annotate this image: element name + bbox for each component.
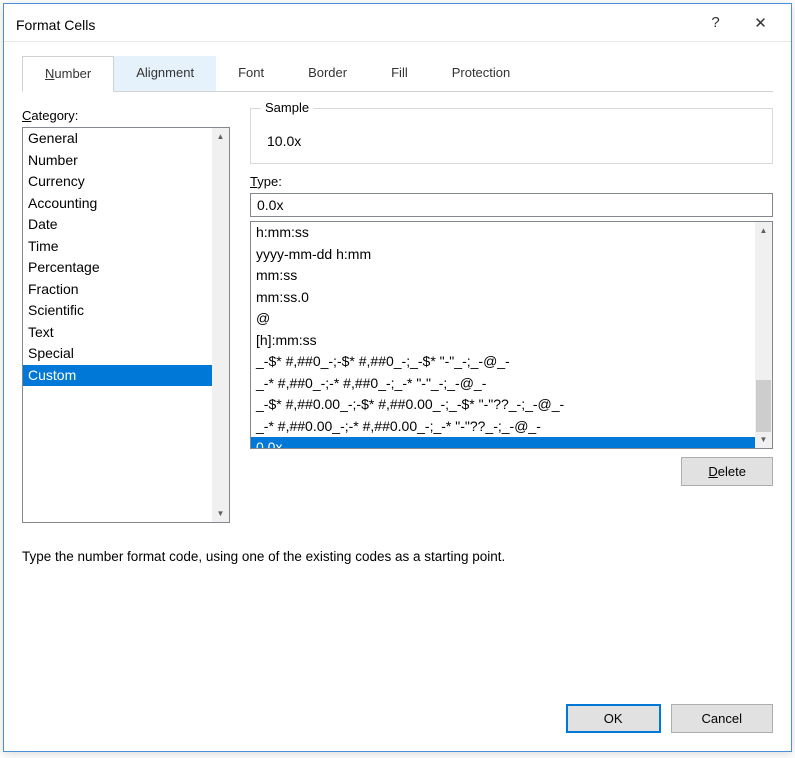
- dialog-title: Format Cells: [16, 13, 693, 33]
- tab-protection[interactable]: Protection: [430, 56, 533, 91]
- delete-button[interactable]: Delete: [681, 457, 773, 486]
- dialog-footer: OK Cancel: [4, 690, 791, 751]
- category-item[interactable]: Special: [23, 343, 212, 365]
- formats-listbox[interactable]: h:mm:ssyyyy-mm-dd h:mmmm:ssmm:ss.0@[h]:m…: [250, 221, 773, 449]
- hint-text: Type the number format code, using one o…: [22, 549, 773, 564]
- category-item[interactable]: Time: [23, 236, 212, 258]
- formats-listbox-inner: h:mm:ssyyyy-mm-dd h:mmmm:ssmm:ss.0@[h]:m…: [251, 222, 755, 448]
- category-item[interactable]: Fraction: [23, 279, 212, 301]
- delete-row: Delete: [250, 457, 773, 486]
- tab-font[interactable]: Font: [216, 56, 286, 91]
- category-accesskey: C: [22, 108, 31, 123]
- format-item[interactable]: @: [251, 308, 755, 330]
- scroll-down-icon[interactable]: ▼: [755, 431, 772, 448]
- scroll-up-icon[interactable]: ▲: [755, 222, 772, 239]
- content-row: Category: GeneralNumberCurrencyAccountin…: [22, 108, 773, 523]
- format-item[interactable]: h:mm:ss: [251, 222, 755, 244]
- tab-alignment[interactable]: Alignment: [114, 56, 216, 91]
- category-listbox-inner: GeneralNumberCurrencyAccountingDateTimeP…: [23, 128, 212, 522]
- tab-label: umber: [54, 66, 91, 81]
- type-input[interactable]: [250, 193, 773, 217]
- format-item[interactable]: 0.0x: [251, 437, 755, 448]
- titlebar: Format Cells ? ✕: [4, 4, 791, 42]
- cancel-button[interactable]: Cancel: [671, 704, 773, 733]
- scroll-down-icon[interactable]: ▼: [212, 505, 229, 522]
- help-button[interactable]: ?: [693, 8, 738, 38]
- category-label: Category:: [22, 108, 230, 123]
- format-item[interactable]: mm:ss.0: [251, 287, 755, 309]
- category-item[interactable]: Accounting: [23, 193, 212, 215]
- sample-group: Sample 10.0x: [250, 108, 773, 164]
- category-item[interactable]: Currency: [23, 171, 212, 193]
- format-item[interactable]: _-$* #,##0.00_-;-$* #,##0.00_-;_-$* "-"?…: [251, 394, 755, 416]
- tab-number[interactable]: Number: [22, 56, 114, 92]
- category-item[interactable]: General: [23, 128, 212, 150]
- category-item[interactable]: Text: [23, 322, 212, 344]
- format-item[interactable]: _-* #,##0.00_-;-* #,##0.00_-;_-* "-"??_-…: [251, 416, 755, 438]
- category-item[interactable]: Date: [23, 214, 212, 236]
- category-item[interactable]: Number: [23, 150, 212, 172]
- category-column: Category: GeneralNumberCurrencyAccountin…: [22, 108, 230, 523]
- format-item[interactable]: _-$* #,##0_-;-$* #,##0_-;_-$* "-"_-;_-@_…: [251, 351, 755, 373]
- tab-accesskey: N: [45, 66, 54, 81]
- tab-border[interactable]: Border: [286, 56, 369, 91]
- format-item[interactable]: _-* #,##0_-;-* #,##0_-;_-* "-"_-;_-@_-: [251, 373, 755, 395]
- format-detail-column: Sample 10.0x Type: h:mm:ssyyyy-mm-dd h:m…: [250, 108, 773, 523]
- category-item[interactable]: Scientific: [23, 300, 212, 322]
- format-cells-dialog: Format Cells ? ✕ Number Alignment Font B…: [3, 3, 792, 752]
- ok-button[interactable]: OK: [566, 704, 661, 733]
- delete-accesskey: D: [708, 464, 717, 479]
- tab-fill[interactable]: Fill: [369, 56, 430, 91]
- sample-label: Sample: [261, 100, 313, 115]
- scroll-up-icon[interactable]: ▲: [212, 128, 229, 145]
- close-button[interactable]: ✕: [738, 8, 783, 38]
- dialog-body: Category: GeneralNumberCurrencyAccountin…: [4, 92, 791, 690]
- type-label: Type:: [250, 174, 773, 189]
- tab-strip: Number Alignment Font Border Fill Protec…: [22, 56, 773, 92]
- format-item[interactable]: mm:ss: [251, 265, 755, 287]
- scroll-thumb[interactable]: [756, 380, 771, 432]
- category-item[interactable]: Percentage: [23, 257, 212, 279]
- format-item[interactable]: [h]:mm:ss: [251, 330, 755, 352]
- category-item[interactable]: Custom: [23, 365, 212, 387]
- format-item[interactable]: yyyy-mm-dd h:mm: [251, 244, 755, 266]
- category-scrollbar[interactable]: ▲ ▼: [212, 128, 229, 522]
- formats-scrollbar[interactable]: ▲ ▼: [755, 222, 772, 448]
- sample-value: 10.0x: [265, 127, 762, 153]
- category-listbox[interactable]: GeneralNumberCurrencyAccountingDateTimeP…: [22, 127, 230, 523]
